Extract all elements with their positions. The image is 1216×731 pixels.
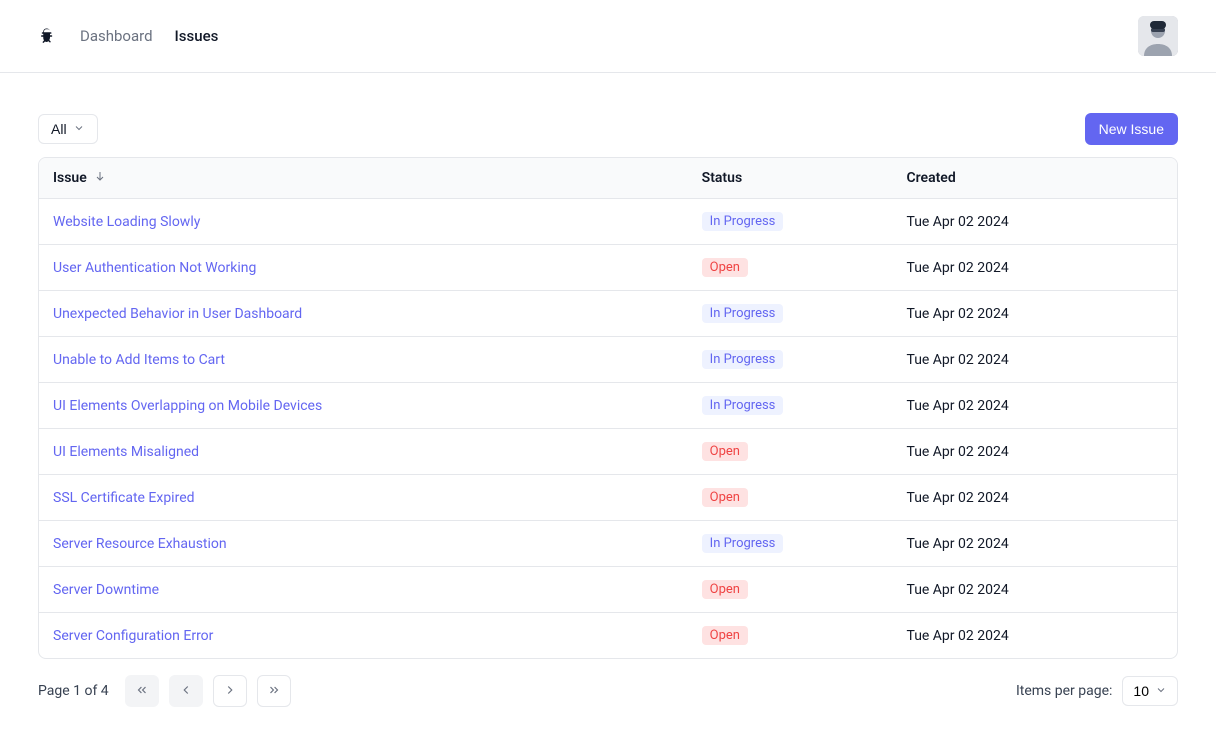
status-badge: In Progress (702, 396, 784, 415)
issue-link[interactable]: Server Configuration Error (53, 628, 213, 644)
status-badge: Open (702, 442, 748, 461)
status-badge: Open (702, 488, 748, 507)
table-row: UI Elements Overlapping on Mobile Device… (39, 383, 1177, 429)
created-cell: Tue Apr 02 2024 (892, 291, 1177, 337)
status-badge: In Progress (702, 534, 784, 553)
status-badge: In Progress (702, 304, 784, 323)
issue-link[interactable]: Server Resource Exhaustion (53, 536, 227, 552)
issue-link[interactable]: Unable to Add Items to Cart (53, 352, 225, 368)
table-row: UI Elements Misaligned Open Tue Apr 02 202… (39, 429, 1177, 475)
status-badge: Open (702, 626, 748, 645)
bug-logo-icon (38, 27, 56, 45)
next-page-button[interactable] (213, 675, 247, 707)
per-page-value: 10 (1133, 683, 1149, 699)
created-cell: Tue Apr 02 2024 (892, 429, 1177, 475)
table-row: Website Loading Slowly In Progress Tue Apr… (39, 199, 1177, 245)
header: Dashboard Issues (0, 0, 1216, 73)
chevron-down-icon (73, 121, 85, 137)
filter-dropdown[interactable]: All (38, 114, 98, 144)
prev-page-button[interactable] (169, 675, 203, 707)
page-info: Page 1 of 4 (38, 683, 109, 699)
created-cell: Tue Apr 02 2024 (892, 475, 1177, 521)
table-row: Unexpected Behavior in User Dashboard In … (39, 291, 1177, 337)
column-header-status[interactable]: Status (688, 158, 893, 199)
pagination-controls: Page 1 of 4 (38, 675, 291, 707)
created-cell: Tue Apr 02 2024 (892, 521, 1177, 567)
main-content: All New Issue Issue Status Created (0, 73, 1216, 731)
issue-link[interactable]: Unexpected Behavior in User Dashboard (53, 306, 302, 322)
column-header-issue[interactable]: Issue (39, 158, 688, 199)
chevrons-left-icon (135, 683, 149, 700)
created-cell: Tue Apr 02 2024 (892, 337, 1177, 383)
created-cell: Tue Apr 02 2024 (892, 567, 1177, 613)
issue-link[interactable]: Server Downtime (53, 582, 159, 598)
created-cell: Tue Apr 02 2024 (892, 613, 1177, 659)
nav-issues[interactable]: Issues (175, 27, 219, 45)
per-page-controls: Items per page: 10 (1016, 676, 1178, 706)
issue-link[interactable]: Website Loading Slowly (53, 214, 200, 230)
status-badge: In Progress (702, 212, 784, 231)
new-issue-button[interactable]: New Issue (1085, 113, 1178, 145)
issue-link[interactable]: UI Elements Overlapping on Mobile Device… (53, 398, 322, 414)
table-header-row: Issue Status Created (39, 158, 1177, 199)
table-row: SSL Certificate Expired Open Tue Apr 02 20… (39, 475, 1177, 521)
table-footer: Page 1 of 4 Items per page: 10 (38, 675, 1178, 707)
status-badge: In Progress (702, 350, 784, 369)
header-left: Dashboard Issues (38, 27, 218, 45)
issues-table-wrap: Issue Status Created Website Loading Slo… (38, 157, 1178, 659)
status-badge: Open (702, 580, 748, 599)
table-row: Server Configuration Error Open Tue Apr 02… (39, 613, 1177, 659)
avatar[interactable] (1138, 16, 1178, 56)
toolbar: All New Issue (38, 113, 1178, 145)
issue-link[interactable]: UI Elements Misaligned (53, 444, 199, 460)
created-cell: Tue Apr 02 2024 (892, 245, 1177, 291)
per-page-label: Items per page: (1016, 683, 1112, 699)
first-page-button[interactable] (125, 675, 159, 707)
chevrons-right-icon (267, 683, 281, 700)
issue-link[interactable]: User Authentication Not Working (53, 260, 256, 276)
issues-table: Issue Status Created Website Loading Slo… (39, 158, 1177, 658)
column-header-created[interactable]: Created (892, 158, 1177, 199)
filter-label: All (51, 121, 67, 137)
table-row: Server Resource Exhaustion In Progress Tue… (39, 521, 1177, 567)
chevron-down-icon (1155, 683, 1167, 699)
table-row: User Authentication Not Working Open Tue A… (39, 245, 1177, 291)
issue-link[interactable]: SSL Certificate Expired (53, 490, 195, 506)
status-badge: Open (702, 258, 748, 277)
per-page-select[interactable]: 10 (1122, 676, 1178, 706)
last-page-button[interactable] (257, 675, 291, 707)
table-row: Unable to Add Items to Cart In Progress Tu… (39, 337, 1177, 383)
chevron-right-icon (223, 683, 237, 700)
nav-dashboard[interactable]: Dashboard (80, 27, 153, 45)
created-cell: Tue Apr 02 2024 (892, 383, 1177, 429)
sort-desc-icon (94, 170, 106, 186)
table-row: Server Downtime Open Tue Apr 02 2024 (39, 567, 1177, 613)
chevron-left-icon (179, 683, 193, 700)
column-header-issue-label: Issue (53, 170, 87, 186)
primary-nav: Dashboard Issues (80, 27, 218, 45)
created-cell: Tue Apr 02 2024 (892, 199, 1177, 245)
